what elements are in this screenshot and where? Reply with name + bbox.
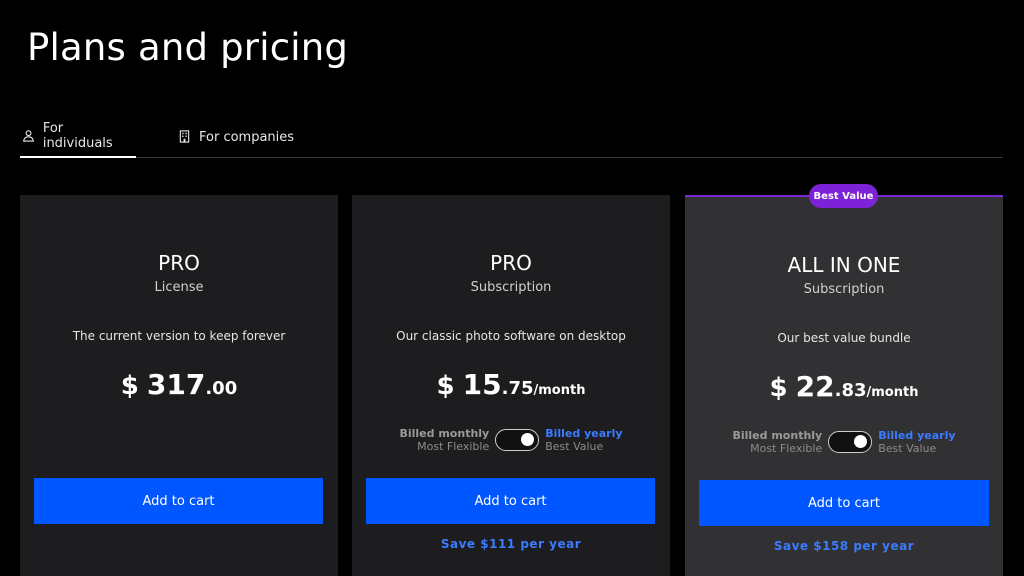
building-icon [178, 130, 192, 144]
toggle-knob [521, 433, 535, 446]
plan-name: PRO [490, 251, 532, 275]
price-period: /month [533, 383, 586, 398]
billed-yearly-option[interactable]: Billed yearly Best Value [545, 427, 622, 453]
billed-yearly-sub: Best Value [545, 440, 604, 453]
tab-for-individuals[interactable]: For individuals [20, 116, 136, 158]
toggle-knob [854, 435, 868, 448]
savings-text: Save $111 per year [440, 537, 582, 551]
plan-card-pro-license: PRO License The current version to keep … [20, 195, 338, 576]
billed-monthly-sub: Most Flexible [417, 440, 490, 453]
plan-description: Our classic photo software on desktop [396, 329, 626, 343]
billed-monthly-label: Billed monthly [732, 429, 823, 442]
price: $ 15 .75 /month [352, 368, 670, 401]
plan-card-pro-subscription: PRO Subscription Our classic photo softw… [352, 195, 670, 576]
price-main: 15 [462, 368, 502, 401]
person-icon [22, 129, 36, 143]
billed-monthly-option[interactable]: Billed monthly Most Flexible [732, 429, 822, 455]
plan-description: The current version to keep forever [72, 329, 286, 343]
billed-monthly-sub: Most Flexible [750, 442, 823, 455]
add-to-cart-button[interactable]: Add to cart [699, 480, 989, 526]
tab-label: For companies [199, 129, 295, 145]
billed-monthly-label: Billed monthly [399, 427, 490, 440]
tab-label: For individuals [42, 121, 113, 151]
price-currency: $ [769, 373, 788, 403]
price-main: 22 [795, 370, 835, 403]
plan-description: Our best value bundle [777, 331, 911, 345]
price-cents: .83 [834, 380, 867, 401]
plan-card-all-in-one: ALL IN ONE Subscription Our best value b… [685, 195, 1003, 576]
price-currency: $ [436, 371, 455, 401]
billed-yearly-option[interactable]: Billed yearly Best Value [878, 429, 955, 455]
price-cents: .00 [205, 378, 238, 399]
savings-text: Save $158 per year [773, 539, 915, 553]
plan-name: ALL IN ONE [787, 253, 901, 277]
price-period: /month [866, 385, 919, 400]
plan-type: License [154, 280, 204, 295]
add-to-cart-button[interactable]: Add to cart [366, 478, 655, 524]
plan-type: Subscription [470, 280, 552, 295]
plan-tabs: For individuals For companies [20, 116, 1003, 158]
billed-yearly-sub: Best Value [878, 442, 937, 455]
billing-switch-row: Billed monthly Most Flexible Billed year… [352, 427, 670, 453]
billing-toggle[interactable] [495, 429, 540, 451]
price-cents: .75 [501, 378, 534, 399]
billed-yearly-label: Billed yearly [545, 427, 623, 440]
plan-type: Subscription [803, 282, 885, 297]
billing-switch-row: Billed monthly Most Flexible Billed year… [685, 429, 1003, 455]
best-value-badge: Best Value [809, 184, 878, 208]
tab-for-companies[interactable]: For companies [178, 116, 294, 158]
billed-monthly-option[interactable]: Billed monthly Most Flexible [399, 427, 489, 453]
price: $ 317 .00 [20, 368, 338, 401]
price-currency: $ [120, 371, 139, 401]
add-to-cart-button[interactable]: Add to cart [34, 478, 323, 524]
price: $ 22 .83 /month [685, 370, 1003, 403]
page-title: Plans and pricing [27, 26, 349, 69]
plan-name: PRO [158, 251, 200, 275]
price-main: 317 [146, 368, 206, 401]
billed-yearly-label: Billed yearly [878, 429, 956, 442]
billing-toggle[interactable] [828, 431, 873, 453]
